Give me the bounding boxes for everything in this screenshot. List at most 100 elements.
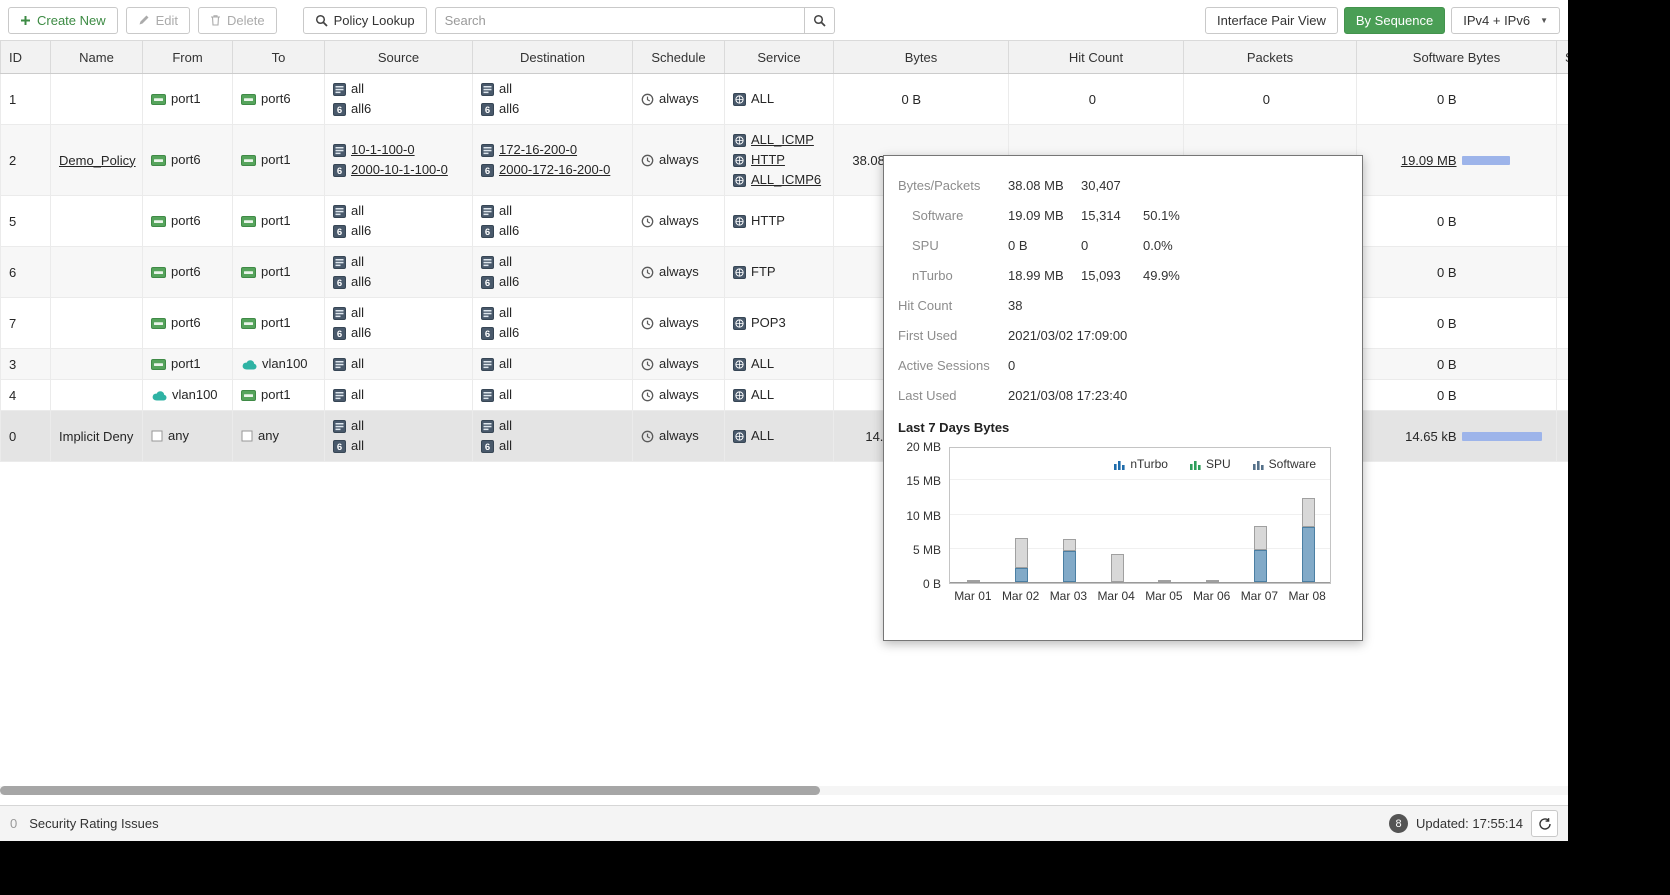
app-window: Create New Edit Delete Policy Lookup: [0, 0, 1568, 841]
any-icon: [151, 430, 163, 442]
source-label: all: [351, 201, 364, 221]
svg-text:6: 6: [337, 442, 342, 453]
cell-next: [1557, 380, 1569, 411]
column-header-bytes[interactable]: Bytes: [834, 41, 1009, 74]
software-value[interactable]: 19.09 MB: [1365, 153, 1457, 168]
interface-pair-view-button[interactable]: Interface Pair View: [1205, 7, 1338, 34]
legend-bars-icon: [1190, 459, 1201, 470]
port-icon: [241, 155, 256, 166]
source-entry: all: [333, 303, 464, 323]
column-header-next[interactable]: S: [1557, 41, 1569, 74]
cell-destination: all6all6: [473, 196, 633, 247]
edit-label: Edit: [156, 13, 178, 28]
column-header-name[interactable]: Name: [51, 41, 143, 74]
service-icon: [733, 134, 746, 147]
source-entry[interactable]: 62000-10-1-100-0: [333, 160, 464, 180]
subnet6-icon: 6: [333, 225, 346, 238]
column-header-from[interactable]: From: [143, 41, 233, 74]
column-header-schedule[interactable]: Schedule: [633, 41, 725, 74]
column-header-to[interactable]: To: [233, 41, 325, 74]
cell-schedule: always: [633, 196, 725, 247]
cell-software: 0 B: [1357, 74, 1557, 125]
cell-to: port6: [233, 74, 325, 125]
ip-version-dropdown[interactable]: IPv4 + IPv6 ▼: [1451, 7, 1560, 34]
cell-software: 0 B: [1357, 247, 1557, 298]
schedule-label: always: [659, 211, 699, 231]
from-entry: any: [151, 426, 224, 446]
to-entry: any: [241, 426, 316, 446]
service-entry[interactable]: ALL_ICMP: [733, 130, 825, 150]
gridline: [950, 514, 1330, 515]
policy-lookup-button[interactable]: Policy Lookup: [303, 7, 427, 34]
column-header-source[interactable]: Source: [325, 41, 473, 74]
from-label: port6: [171, 150, 201, 170]
search-icon: [813, 14, 826, 27]
edit-button[interactable]: Edit: [126, 7, 190, 34]
service-label: ALL: [751, 89, 774, 109]
destination-label: all: [499, 303, 512, 323]
to-entry: port1: [241, 262, 316, 282]
subnet-icon: [481, 205, 494, 218]
from-label: port6: [171, 262, 201, 282]
notification-badge[interactable]: 8: [1389, 814, 1408, 833]
tooltip-label: Hit Count: [898, 298, 1008, 313]
destination-entry: all: [481, 252, 624, 272]
security-rating-label[interactable]: Security Rating Issues: [29, 816, 158, 831]
schedule-icon: [641, 154, 654, 167]
column-header-id[interactable]: ID: [1, 41, 51, 74]
svg-text:6: 6: [485, 166, 490, 177]
refresh-button[interactable]: [1531, 810, 1558, 837]
schedule-icon: [641, 358, 654, 371]
destination-label: all6: [499, 272, 519, 292]
destination-label: all: [499, 201, 512, 221]
cell-from: port6: [143, 125, 233, 196]
delete-button[interactable]: Delete: [198, 7, 277, 34]
subnet6-icon: 6: [481, 440, 494, 453]
policy-name[interactable]: Demo_Policy: [59, 153, 136, 168]
destination-entry[interactable]: 172-16-200-0: [481, 140, 624, 160]
column-header-service[interactable]: Service: [725, 41, 834, 74]
to-label: port1: [261, 211, 291, 231]
by-sequence-button[interactable]: By Sequence: [1344, 7, 1445, 34]
create-new-button[interactable]: Create New: [8, 7, 118, 34]
subnet-icon: [333, 144, 346, 157]
source-entry: all: [333, 385, 464, 405]
source-entry: all: [333, 354, 464, 374]
cell-to: any: [233, 411, 325, 462]
schedule-label: always: [659, 385, 699, 405]
software-value: 0 B: [1365, 92, 1457, 107]
cell-name: Demo_Policy: [51, 125, 143, 196]
schedule-entry: always: [641, 313, 716, 333]
cell-id: 7: [1, 298, 51, 349]
horizontal-scrollbar-track[interactable]: [0, 786, 1568, 795]
subnet-icon: [333, 205, 346, 218]
service-label: HTTP: [751, 150, 785, 170]
search-button[interactable]: [805, 7, 835, 34]
service-entry[interactable]: ALL_ICMP6: [733, 170, 825, 190]
column-header-destination[interactable]: Destination: [473, 41, 633, 74]
policy-row-1[interactable]: 1port1port6all6all6all6all6alwaysALL0 B0…: [1, 74, 1569, 125]
horizontal-scrollbar-thumb[interactable]: [0, 786, 820, 795]
source-label: 10-1-100-0: [351, 140, 415, 160]
from-label: port6: [171, 313, 201, 333]
column-header-hit_count[interactable]: Hit Count: [1009, 41, 1184, 74]
destination-label: all: [499, 252, 512, 272]
column-header-packets[interactable]: Packets: [1184, 41, 1357, 74]
destination-entry[interactable]: 62000-172-16-200-0: [481, 160, 624, 180]
search-input[interactable]: [435, 7, 805, 34]
column-header-software_bytes[interactable]: Software Bytes: [1357, 41, 1557, 74]
to-label: port1: [261, 313, 291, 333]
service-entry: POP3: [733, 313, 825, 333]
updated-timestamp: Updated: 17:55:14: [1416, 816, 1523, 831]
subnet-icon: [481, 83, 494, 96]
tooltip-value: 30,407: [1081, 178, 1143, 193]
service-entry[interactable]: HTTP: [733, 150, 825, 170]
subnet6-icon: 6: [481, 225, 494, 238]
schedule-label: always: [659, 426, 699, 446]
tooltip-stat-row: Hit Count38: [898, 290, 1348, 320]
tooltip-stat-row: Bytes/Packets38.08 MB30,407: [898, 170, 1348, 200]
source-entry[interactable]: 10-1-100-0: [333, 140, 464, 160]
bar-segment-software: [1158, 580, 1171, 582]
hit-value: 0: [1017, 92, 1096, 107]
subnet6-icon: 6: [481, 276, 494, 289]
